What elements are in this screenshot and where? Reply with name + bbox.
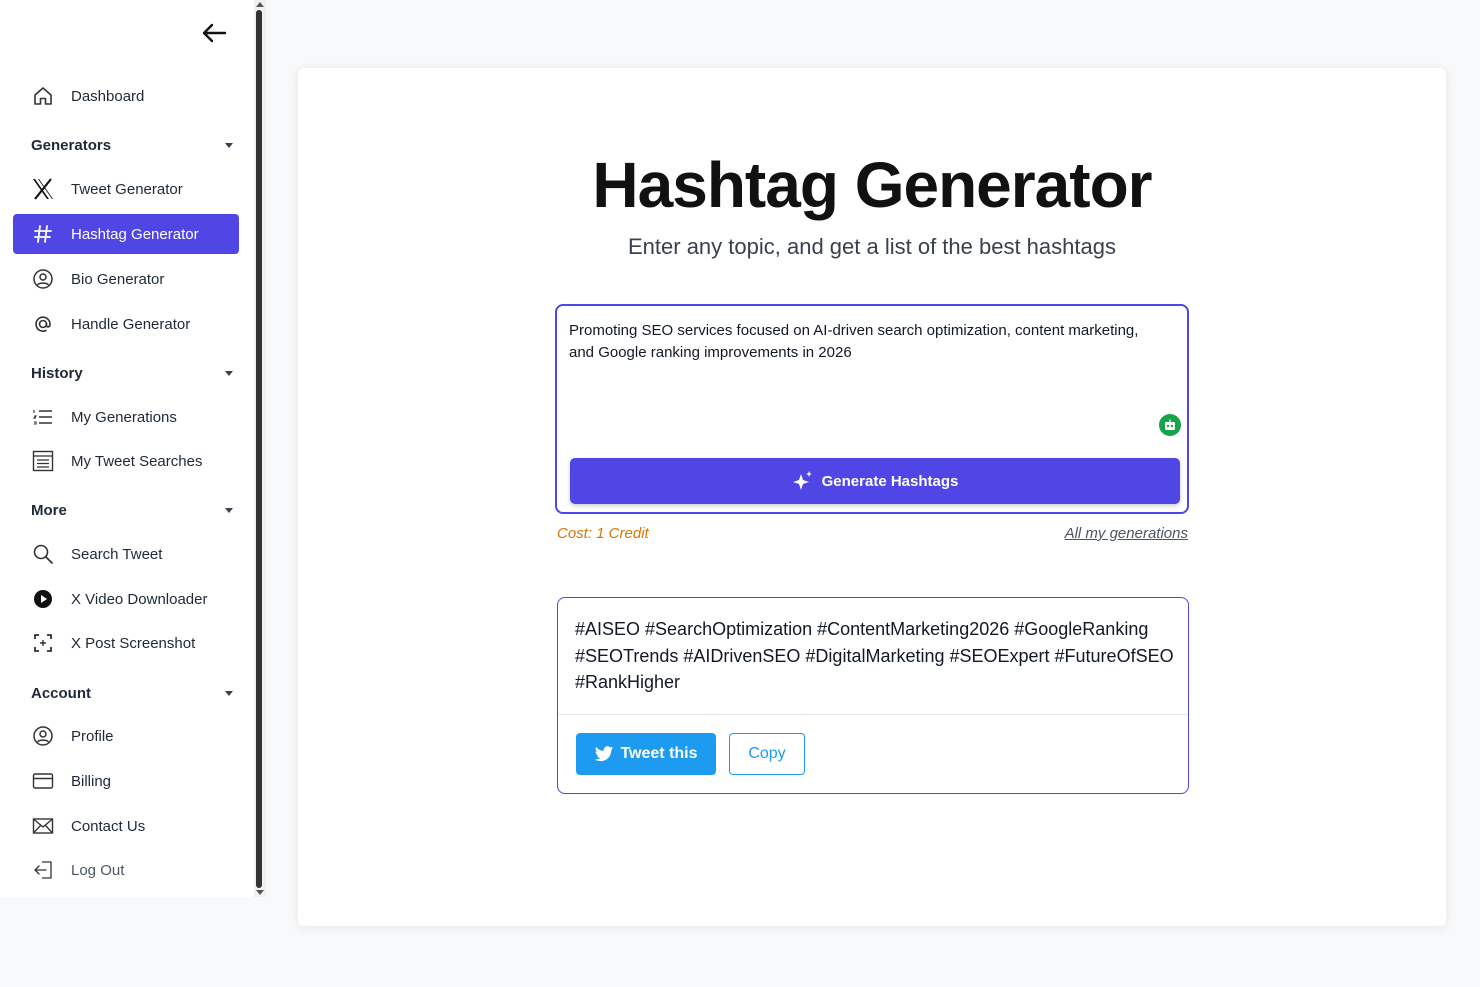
caret-down-icon	[225, 507, 233, 513]
sidebar-item-label: Handle Generator	[71, 315, 191, 333]
scrollbar-thumb[interactable]	[256, 10, 262, 888]
arrow-left-icon	[202, 23, 227, 43]
sidebar-item-profile[interactable]: Profile	[13, 716, 239, 756]
section-account[interactable]: Account	[13, 678, 239, 708]
logout-icon	[31, 858, 55, 882]
user-circle-icon	[31, 267, 55, 291]
scroll-up-icon[interactable]	[256, 2, 264, 7]
tweet-this-button[interactable]: Tweet this	[576, 733, 716, 775]
copy-button[interactable]: Copy	[729, 733, 805, 775]
generate-button-label: Generate Hashtags	[821, 472, 959, 490]
caret-down-icon	[225, 370, 233, 376]
page-subtitle: Enter any topic, and get a list of the b…	[628, 234, 1116, 259]
sidebar-item-bio-generator[interactable]: Bio Generator	[13, 259, 239, 299]
sidebar-item-label: Log Out	[71, 861, 125, 879]
result-box: #AISEO #SearchOptimization #ContentMarke…	[557, 597, 1189, 794]
search-icon	[31, 542, 55, 566]
sidebar-item-label: Tweet Generator	[71, 180, 183, 198]
cost-label: Cost: 1 Credit	[557, 525, 649, 542]
sidebar-item-my-tweet-searches[interactable]: My Tweet Searches	[13, 441, 239, 481]
sidebar-scrollbar[interactable]	[254, 0, 266, 897]
sidebar-item-log-out[interactable]: Log Out	[13, 850, 239, 890]
main-card: Hashtag Generator Enter any topic, and g…	[298, 68, 1446, 926]
sidebar-item-label: Billing	[71, 772, 112, 790]
sidebar-item-tweet-generator[interactable]: Tweet Generator	[13, 169, 239, 209]
section-label: More	[31, 501, 67, 519]
sidebar-item-search-tweet[interactable]: Search Tweet	[13, 534, 239, 574]
tweet-button-label: Tweet this	[620, 745, 698, 762]
page-title: Hashtag Generator	[592, 149, 1152, 221]
sidebar: Dashboard Generators Tweet Generator Has…	[0, 0, 254, 897]
sparkles-icon	[792, 470, 814, 492]
list-ordered-icon	[31, 405, 55, 429]
section-generators[interactable]: Generators	[13, 130, 239, 160]
section-label: Account	[31, 684, 91, 702]
divider	[558, 714, 1188, 715]
play-circle-icon	[31, 587, 55, 611]
sidebar-item-label: Search Tweet	[71, 545, 163, 563]
user-circle-icon	[31, 724, 55, 748]
hash-icon	[31, 222, 55, 246]
sidebar-item-label: Contact Us	[71, 817, 146, 835]
generate-hashtags-button[interactable]: Generate Hashtags	[570, 458, 1180, 504]
credit-card-icon	[31, 769, 55, 793]
sidebar-item-billing[interactable]: Billing	[13, 761, 239, 801]
topic-input-box: Promoting SEO services focused on AI-dri…	[555, 304, 1189, 514]
x-logo-icon	[31, 177, 55, 201]
caret-down-icon	[225, 142, 233, 148]
hashtags-result: #AISEO #SearchOptimization #ContentMarke…	[575, 619, 1174, 692]
sidebar-item-dashboard[interactable]: Dashboard	[13, 76, 239, 116]
section-history[interactable]: History	[13, 358, 239, 388]
sidebar-item-x-video-downloader[interactable]: X Video Downloader	[13, 579, 239, 619]
topic-textarea[interactable]: Promoting SEO services focused on AI-dri…	[569, 320, 1159, 364]
sidebar-item-contact-us[interactable]: Contact Us	[13, 806, 239, 846]
home-icon	[31, 84, 55, 108]
all-generations-link[interactable]: All my generations	[1065, 525, 1188, 542]
mail-icon	[31, 814, 55, 838]
sidebar-item-label: Dashboard	[71, 87, 145, 105]
sidebar-item-label: X Video Downloader	[71, 590, 208, 608]
screenshot-icon	[31, 631, 55, 655]
sidebar-item-hashtag-generator[interactable]: Hashtag Generator	[13, 214, 239, 254]
sidebar-item-label: Profile	[71, 727, 114, 745]
sidebar-item-label: My Generations	[71, 408, 177, 426]
section-more[interactable]: More	[13, 495, 239, 525]
sidebar-item-label: My Tweet Searches	[71, 452, 203, 470]
sidebar-item-handle-generator[interactable]: Handle Generator	[13, 304, 239, 344]
sidebar-item-label: X Post Screenshot	[71, 634, 196, 652]
sidebar-item-my-generations[interactable]: My Generations	[13, 397, 239, 437]
sidebar-item-label: Hashtag Generator	[71, 225, 199, 243]
collapse-sidebar-button[interactable]	[198, 18, 230, 48]
twitter-bird-icon	[594, 745, 614, 763]
section-label: History	[31, 364, 83, 382]
document-list-icon	[31, 449, 55, 473]
scroll-down-icon[interactable]	[256, 890, 264, 895]
section-label: Generators	[31, 136, 112, 154]
sidebar-item-label: Bio Generator	[71, 270, 165, 288]
sidebar-item-x-post-screenshot[interactable]: X Post Screenshot	[13, 623, 239, 663]
at-sign-icon	[31, 312, 55, 336]
caret-down-icon	[225, 690, 233, 696]
robot-icon[interactable]	[1159, 414, 1181, 436]
